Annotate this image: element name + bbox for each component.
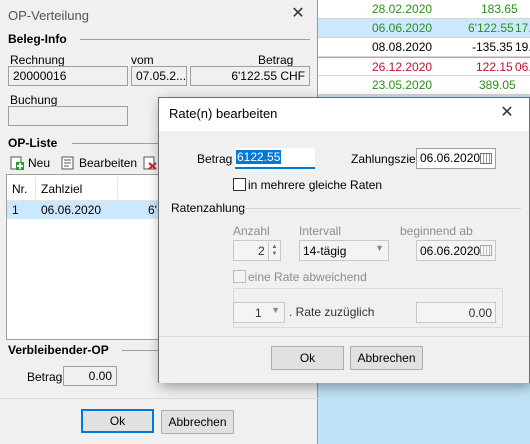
row-nr: 1 (12, 203, 19, 217)
neu-label: Neu (28, 156, 51, 170)
buchung-field (8, 106, 128, 126)
buchung-label: Buchung (10, 93, 58, 107)
rechnung-field: 20000016 (8, 66, 128, 86)
calendar-icon[interactable] (480, 153, 492, 164)
column-divider (117, 177, 118, 199)
beginnend-date-field[interactable]: 06.06.2020 (416, 240, 496, 261)
divider (80, 39, 310, 40)
rate-select[interactable]: 1 ▼ (233, 302, 285, 323)
column-divider (35, 177, 36, 199)
betrag-input[interactable]: 6122.55 (235, 148, 315, 169)
op-liste-title: OP-Liste (8, 136, 58, 150)
ok-button[interactable]: Ok (271, 346, 344, 370)
ok-button[interactable]: Ok (81, 409, 154, 433)
betrag-field: 6'122.55 CHF (190, 66, 310, 86)
delete-button[interactable] (143, 156, 157, 173)
row-betrag: 6' (148, 203, 157, 217)
grid-row[interactable]: 28.02.2020 183.65 (318, 0, 530, 19)
cancel-button[interactable]: Abbrechen (350, 346, 423, 370)
calendar-icon[interactable] (480, 245, 492, 256)
betrag-value: 6122.55 (236, 150, 282, 164)
betrag-label: Betrag (197, 152, 233, 166)
grid-amount: 122.15 (476, 60, 513, 74)
grid-date: 06.06.2020 (372, 21, 433, 35)
grid-date: 08.08.2020 (372, 40, 433, 54)
rate-amount-field[interactable]: 0.00 (416, 302, 496, 323)
delete-document-icon (143, 156, 157, 170)
anzahl-value: 2 (258, 244, 265, 258)
verbleibend-betrag-field: 0.00 (63, 366, 117, 386)
intervall-select[interactable]: 14-tägig ▼ (299, 240, 389, 261)
dialog-body: Betrag 6122.55 Zahlungsziel 06.06.2020 i… (159, 131, 529, 383)
vom-label: vom (131, 53, 154, 67)
grid-row[interactable]: 23.05.2020 389.05 (318, 76, 530, 95)
grid-row[interactable]: 26.12.2020 122.15 06. (318, 57, 530, 76)
ratenzahlung-title: Ratenzahlung (171, 201, 246, 215)
zahlungsziel-value: 06.06.2020 (420, 151, 481, 165)
beleg-info-title: Beleg-Info (8, 32, 67, 46)
grid-extra: 17. (515, 21, 530, 35)
gleiche-raten-checkbox[interactable] (233, 178, 246, 191)
edit-document-icon (61, 156, 74, 170)
column-header-zahlziel[interactable]: Zahlziel (41, 182, 82, 196)
grid-date: 26.12.2020 (372, 60, 433, 74)
betrag-label: Betrag (258, 53, 294, 67)
grid-row[interactable]: 08.08.2020 -135.35 19. (318, 38, 530, 57)
row-zahlziel: 06.06.2020 (41, 203, 102, 217)
bearbeiten-label: Bearbeiten (79, 156, 138, 170)
rechnung-label: Rechnung (10, 53, 65, 67)
rate-bearbeiten-dialog: Rate(n) bearbeiten ✕ Betrag 6122.55 Zahl… (158, 97, 530, 383)
add-document-icon (10, 156, 24, 170)
grid-amount: 389.05 (479, 78, 516, 92)
zahlungsziel-date-field[interactable]: 06.06.2020 (416, 148, 496, 169)
grid-date: 28.02.2020 (372, 2, 433, 16)
grid-extra: 19. (515, 40, 530, 54)
close-icon[interactable]: ✕ (495, 102, 519, 124)
vom-field: 07.05.2... (131, 66, 187, 86)
intervall-value: 14-tägig (303, 244, 347, 258)
grid-row[interactable]: 06.06.2020 6'122.55 17. (318, 19, 530, 38)
grid-extra: 06. (515, 60, 530, 74)
grid-date: 23.05.2020 (372, 78, 433, 92)
grid-amount: 6'122.55 (468, 21, 514, 35)
gleiche-raten-label: in mehrere gleiche Raten (248, 178, 383, 192)
window-title: OP-Verteilung (8, 8, 89, 23)
zahlungsziel-label: Zahlungsziel (351, 152, 419, 166)
divider (159, 336, 529, 337)
intervall-label: Intervall (299, 224, 342, 238)
grid-amount: 183.65 (481, 2, 518, 16)
column-header-nr[interactable]: Nr. (12, 182, 27, 196)
verbleibender-title: Verbleibender-OP (8, 343, 109, 357)
chevron-down-icon: ▼ (375, 243, 384, 253)
grid-amount: -135.35 (472, 40, 513, 54)
close-icon[interactable]: ✕ (288, 4, 308, 24)
anzahl-label: Anzahl (233, 224, 270, 238)
beginnend-label: beginnend ab (400, 224, 473, 238)
spinner-arrows-icon[interactable]: ▲ ▼ (268, 242, 280, 260)
divider (241, 208, 521, 209)
neu-button[interactable]: Neu (10, 156, 50, 170)
cancel-button[interactable]: Abbrechen (161, 410, 234, 434)
beginnend-value: 06.06.2020 (420, 244, 481, 258)
verbleibend-betrag-label: Betrag (27, 370, 63, 384)
divider (0, 398, 318, 399)
dialog-title: Rate(n) bearbeiten (169, 106, 278, 121)
rate-select-value: 1 (255, 306, 262, 320)
chevron-down-icon: ▼ (271, 305, 280, 315)
rate-zuzueglich-label: . Rate zuzüglich (289, 305, 375, 319)
bearbeiten-button[interactable]: Bearbeiten (61, 156, 137, 170)
abweichend-checkbox[interactable] (233, 270, 246, 283)
abweichend-label: eine Rate abweichend (248, 270, 367, 284)
anzahl-spinner[interactable]: 2 ▲ ▼ (233, 240, 281, 261)
